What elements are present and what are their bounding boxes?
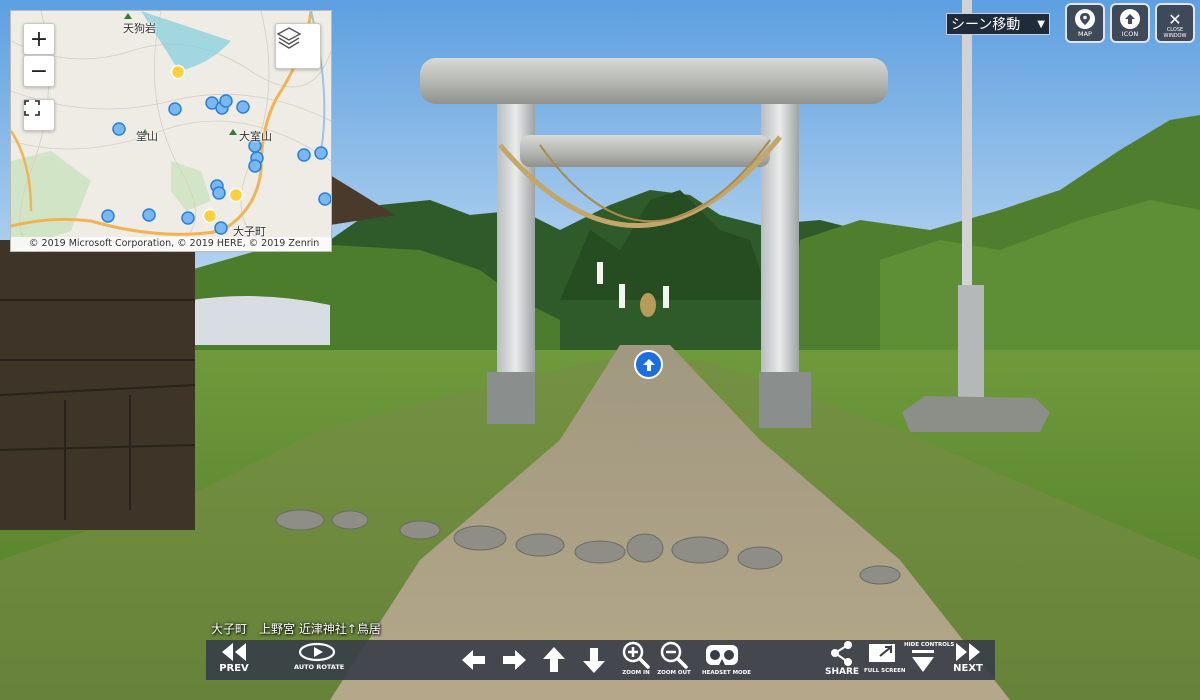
close-window-button[interactable]: ✕ CLOSE WINDOW	[1155, 3, 1195, 43]
hide-controls-label: HIDE CONTROLS	[904, 642, 955, 648]
tilt-up-button[interactable]	[538, 640, 570, 680]
icon-toggle-label: ICON	[1121, 30, 1139, 38]
fast-forward-icon	[956, 643, 980, 661]
scene-title: 大子町 上野宮 近津神社↑鳥居	[211, 622, 381, 636]
headset-mode-button[interactable]: HEADSET MODE	[702, 640, 752, 680]
prev-label: PREV	[219, 663, 249, 674]
share-button[interactable]: SHARE	[823, 640, 861, 680]
next-button[interactable]: NEXT	[950, 640, 986, 680]
pole-base	[958, 285, 984, 400]
hide-controls-button[interactable]: HIDE CONTROLS	[904, 640, 955, 680]
map-toggle-button[interactable]: MAP	[1065, 3, 1105, 43]
share-icon	[831, 641, 852, 666]
dropdown-arrow-icon: ▼	[1037, 19, 1045, 30]
map-copyright: © 2019 Microsoft Corporation, © 2019 HER…	[11, 237, 331, 251]
greenhouse	[192, 296, 330, 345]
arrow-left-icon	[462, 650, 485, 670]
full-screen-button[interactable]: FULL SCREEN	[864, 640, 906, 680]
close-window-label: CLOSE WINDOW	[1163, 27, 1187, 39]
bottom-toolbar: PREV AUTO ROTATE ZOOM IN ZOOM OUT HEADSE…	[206, 640, 995, 680]
navigation-hotspot[interactable]	[634, 350, 663, 379]
icon-toggle-button[interactable]: ICON	[1110, 3, 1150, 43]
fullscreen-icon	[24, 100, 40, 116]
arrow-up-icon	[642, 358, 655, 371]
zoom-out-icon	[660, 641, 688, 669]
zoom-in-button[interactable]: ZOOM IN	[618, 640, 654, 680]
rewind-icon	[222, 643, 246, 661]
scene-select-value: シーン移動	[951, 17, 1021, 33]
pan-left-button[interactable]	[456, 640, 490, 680]
layers-icon	[276, 27, 302, 49]
vr-headset-icon	[706, 645, 738, 665]
map-toggle-label: MAP	[1078, 30, 1092, 38]
auto-rotate-button[interactable]: AUTO ROTATE	[294, 640, 345, 680]
pan-right-button[interactable]	[498, 640, 532, 680]
close-icon: ✕	[1168, 9, 1182, 29]
fullscreen-icon	[869, 644, 895, 662]
arrow-down-icon	[583, 648, 605, 673]
map-fullscreen-button[interactable]	[23, 99, 55, 131]
map-zoom-out-button[interactable]: −	[23, 55, 55, 87]
next-label: NEXT	[953, 663, 983, 674]
zoom-in-icon	[622, 641, 650, 669]
auto-rotate-label: AUTO ROTATE	[294, 663, 345, 671]
map-label-doyama: 堂山	[136, 130, 158, 143]
map-pin-icon	[1075, 9, 1095, 29]
hide-controls-icon	[912, 650, 934, 672]
tilt-down-button[interactable]	[578, 640, 610, 680]
zoom-in-label: ZOOM IN	[622, 670, 650, 676]
prev-button[interactable]: PREV	[216, 640, 252, 680]
mini-map[interactable]: 天狗岩 堂山 大室山 大子町 + − © 2019 Microsoft Corp…	[10, 10, 332, 252]
concrete-base	[902, 396, 1050, 432]
auto-rotate-icon	[298, 642, 336, 662]
wooden-building	[0, 240, 195, 530]
map-label-tengu-iwa: 天狗岩	[123, 22, 156, 35]
map-label-omuroyama: 大室山	[239, 130, 272, 143]
arrow-up-icon	[543, 647, 565, 672]
full-screen-label: FULL SCREEN	[864, 668, 906, 674]
headset-mode-label: HEADSET MODE	[702, 670, 752, 676]
zoom-out-label: ZOOM OUT	[657, 670, 691, 676]
arrow-right-icon	[503, 650, 526, 670]
share-label: SHARE	[824, 667, 860, 677]
upload-arrow-icon	[1120, 9, 1140, 29]
map-zoom-in-button[interactable]: +	[23, 23, 55, 55]
zoom-out-button[interactable]: ZOOM OUT	[656, 640, 692, 680]
map-layers-button[interactable]	[275, 23, 321, 69]
scene-select-dropdown[interactable]: シーン移動 ▼	[946, 13, 1050, 35]
